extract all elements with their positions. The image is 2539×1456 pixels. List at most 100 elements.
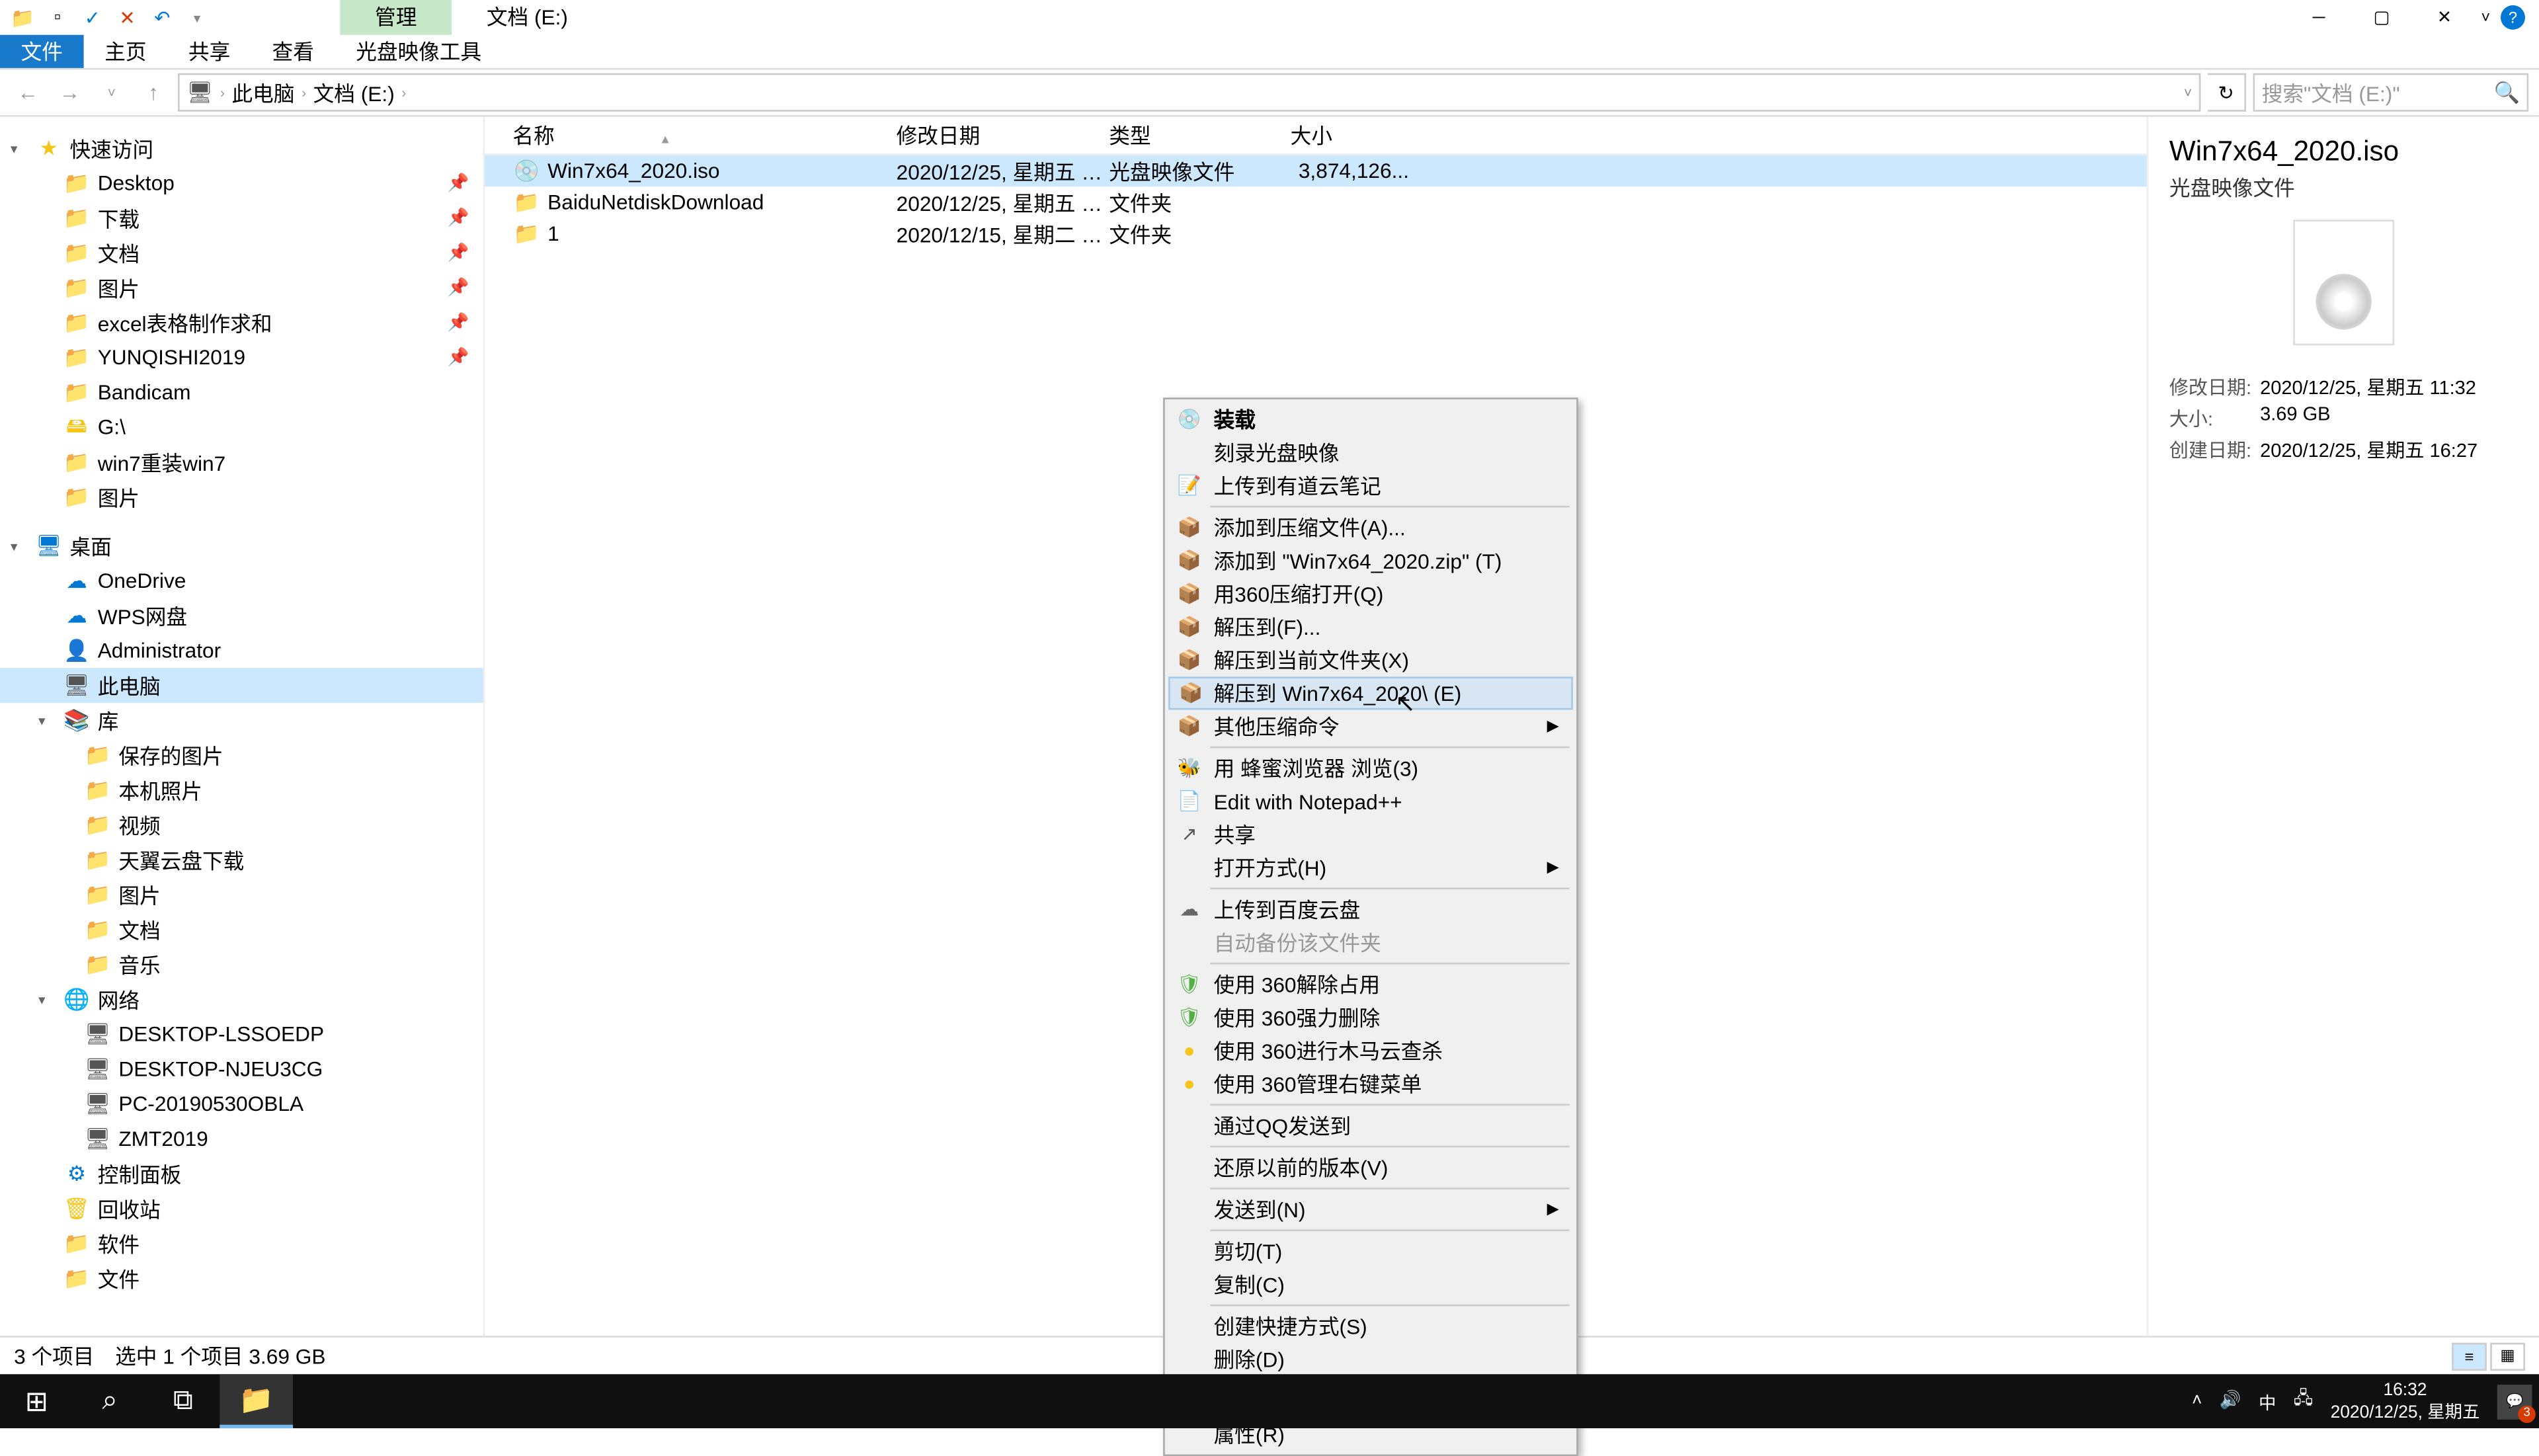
- twisty-icon[interactable]: ▾: [38, 991, 46, 1007]
- ribbon-tab-share[interactable]: 共享: [167, 35, 251, 68]
- close-button[interactable]: ✕: [2418, 2, 2470, 33]
- notification-icon[interactable]: 💬3: [2497, 1384, 2532, 1419]
- menu-item[interactable]: 📦解压到 Win7x64_2020\ (E): [1168, 676, 1573, 709]
- qat-dropdown-icon[interactable]: ▾: [185, 5, 210, 30]
- network-icon[interactable]: 🖧: [2294, 1387, 2313, 1416]
- twisty-icon[interactable]: ▾: [11, 538, 18, 554]
- search-button[interactable]: ⌕: [73, 1374, 147, 1428]
- file-row[interactable]: 💿Win7x64_2020.iso2020/12/25, 星期五 1...光盘映…: [485, 155, 2146, 186]
- column-size[interactable]: 大小: [1291, 120, 1409, 150]
- nav-item[interactable]: ▾🌐网络: [0, 982, 483, 1017]
- up-button[interactable]: ↑: [136, 75, 171, 110]
- menu-item[interactable]: 📦添加到压缩文件(A)...: [1168, 511, 1573, 544]
- column-date[interactable]: 修改日期: [897, 120, 1109, 150]
- nav-item[interactable]: 👤Administrator: [0, 633, 483, 668]
- menu-item[interactable]: 剪切(T): [1168, 1234, 1573, 1268]
- menu-item[interactable]: 📄Edit with Notepad++: [1168, 785, 1573, 818]
- nav-item[interactable]: 📁保存的图片: [0, 738, 483, 773]
- app-icon[interactable]: 📁: [11, 5, 35, 30]
- twisty-icon[interactable]: ▾: [38, 712, 46, 728]
- nav-item[interactable]: 📁图片: [0, 479, 483, 514]
- nav-item[interactable]: 📁天翼云盘下载: [0, 842, 483, 877]
- breadcrumb-part[interactable]: 文档 (E:): [313, 77, 395, 107]
- menu-item[interactable]: 🛡使用 360强力删除: [1168, 1001, 1573, 1034]
- menu-item[interactable]: ☁上传到百度云盘: [1168, 893, 1573, 926]
- menu-item[interactable]: 📦解压到当前文件夹(X): [1168, 643, 1573, 676]
- nav-item[interactable]: 🖥此电脑: [0, 668, 483, 703]
- nav-item[interactable]: 📁文档📌: [0, 235, 483, 270]
- ribbon-tab-disc-tools[interactable]: 光盘映像工具: [335, 35, 503, 68]
- nav-item[interactable]: 🖥DESKTOP-NJEU3CG: [0, 1051, 483, 1086]
- nav-item[interactable]: 📁Bandicam: [0, 375, 483, 410]
- minimize-button[interactable]: ─: [2292, 2, 2345, 33]
- nav-item[interactable]: ▾🖥桌面: [0, 528, 483, 563]
- qat-delete-icon[interactable]: ✕: [115, 5, 140, 30]
- nav-item[interactable]: ▾📚库: [0, 703, 483, 738]
- file-row[interactable]: 📁12020/12/15, 星期二 1...文件夹: [485, 218, 2146, 249]
- menu-item[interactable]: ●使用 360进行木马云查杀: [1168, 1034, 1573, 1067]
- nav-item[interactable]: 📁图片: [0, 877, 483, 912]
- menu-item[interactable]: 刻录光盘映像: [1168, 436, 1573, 469]
- nav-item[interactable]: 📁视频: [0, 807, 483, 842]
- help-icon[interactable]: ?: [2501, 5, 2525, 30]
- qat-undo-icon[interactable]: ↶: [150, 5, 175, 30]
- menu-item[interactable]: 创建快捷方式(S): [1168, 1310, 1573, 1343]
- file-list[interactable]: 💿Win7x64_2020.iso2020/12/25, 星期五 1...光盘映…: [485, 155, 2146, 1336]
- menu-item[interactable]: ●使用 360管理右键菜单: [1168, 1067, 1573, 1100]
- ribbon-tab-file[interactable]: 文件: [0, 35, 84, 68]
- view-icons-button[interactable]: ▦: [2490, 1342, 2525, 1369]
- nav-item[interactable]: 📁YUNQISHI2019📌: [0, 340, 483, 375]
- menu-item[interactable]: 删除(D): [1168, 1343, 1573, 1376]
- nav-item[interactable]: ☁OneDrive: [0, 563, 483, 598]
- forward-button[interactable]: →: [52, 75, 87, 110]
- maximize-button[interactable]: ▢: [2355, 2, 2407, 33]
- clock[interactable]: 16:32 2020/12/25, 星期五: [2331, 1379, 2480, 1424]
- qat-properties-icon[interactable]: ✓: [80, 5, 104, 30]
- recent-dropdown[interactable]: ˅: [94, 75, 129, 110]
- search-box[interactable]: 搜索"文档 (E:)" 🔍: [2253, 73, 2529, 112]
- nav-item[interactable]: 📁文档: [0, 912, 483, 947]
- menu-item[interactable]: 复制(C): [1168, 1268, 1573, 1301]
- nav-item[interactable]: 📁图片📌: [0, 270, 483, 305]
- file-row[interactable]: 📁BaiduNetdiskDownload2020/12/25, 星期五 1..…: [485, 186, 2146, 218]
- nav-item[interactable]: ▾★快速访问: [0, 131, 483, 166]
- ime-indicator[interactable]: 中: [2259, 1388, 2276, 1414]
- menu-item[interactable]: 📦其他压缩命令▶: [1168, 709, 1573, 743]
- menu-item[interactable]: 🛡使用 360解除占用: [1168, 968, 1573, 1001]
- column-name[interactable]: 名称▲: [512, 120, 896, 150]
- menu-item[interactable]: 还原以前的版本(V): [1168, 1151, 1573, 1184]
- menu-item[interactable]: ↗共享: [1168, 818, 1573, 851]
- nav-item[interactable]: 📁软件: [0, 1226, 483, 1261]
- nav-item[interactable]: 🖥DESKTOP-LSSOEDP: [0, 1017, 483, 1052]
- refresh-button[interactable]: ↻: [2208, 73, 2246, 112]
- nav-item[interactable]: 📁音乐: [0, 947, 483, 982]
- nav-item[interactable]: 📁excel表格制作求和📌: [0, 305, 483, 341]
- twisty-icon[interactable]: ▾: [11, 140, 18, 156]
- nav-item[interactable]: ☁WPS网盘: [0, 598, 483, 633]
- column-type[interactable]: 类型: [1109, 120, 1290, 150]
- nav-item[interactable]: 📁本机照片: [0, 772, 483, 807]
- nav-item[interactable]: 🖥ZMT2019: [0, 1121, 483, 1156]
- breadcrumb-dropdown-icon[interactable]: ˅: [2184, 85, 2192, 101]
- tray-overflow-icon[interactable]: ˄: [2192, 1392, 2202, 1411]
- menu-item[interactable]: 📦添加到 "Win7x64_2020.zip" (T): [1168, 544, 1573, 577]
- start-button[interactable]: ⊞: [0, 1374, 73, 1428]
- nav-item[interactable]: 📁Desktop📌: [0, 166, 483, 201]
- menu-item[interactable]: 💿装载: [1168, 403, 1573, 436]
- nav-item[interactable]: 📁win7重装win7: [0, 445, 483, 480]
- view-details-button[interactable]: ≡: [2452, 1342, 2487, 1369]
- menu-item[interactable]: 通过QQ发送到: [1168, 1109, 1573, 1142]
- menu-item[interactable]: 📦解压到(F)...: [1168, 610, 1573, 643]
- back-button[interactable]: ←: [11, 75, 46, 110]
- menu-item[interactable]: 📦用360压缩打开(Q): [1168, 577, 1573, 610]
- volume-icon[interactable]: 🔊: [2220, 1392, 2241, 1411]
- breadcrumb[interactable]: 🖥 › 此电脑 › 文档 (E:) › ˅: [178, 73, 2200, 112]
- ribbon-tab-view[interactable]: 查看: [251, 35, 335, 68]
- contextual-tab[interactable]: 管理: [340, 0, 452, 35]
- nav-item[interactable]: 🗑回收站: [0, 1191, 483, 1226]
- ribbon-toggle-icon[interactable]: ˅: [2481, 9, 2490, 26]
- breadcrumb-part[interactable]: 此电脑: [232, 77, 295, 107]
- menu-item[interactable]: 发送到(N)▶: [1168, 1193, 1573, 1226]
- qat-item[interactable]: ▫: [46, 5, 70, 30]
- nav-item[interactable]: 🖥PC-20190530OBLA: [0, 1086, 483, 1121]
